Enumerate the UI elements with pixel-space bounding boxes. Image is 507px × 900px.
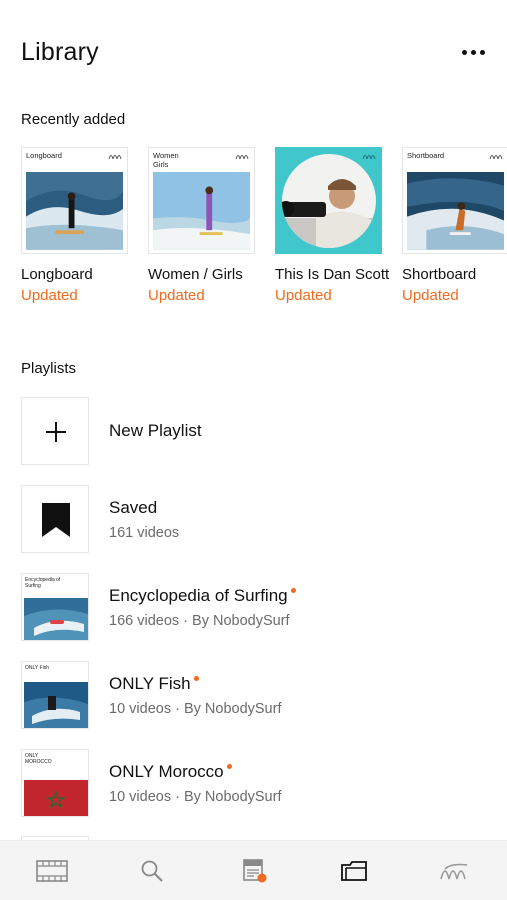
tab-library[interactable]: [336, 853, 372, 889]
thumb-label: Women Girls: [153, 151, 179, 169]
playlist-title: ONLY Fish: [109, 674, 199, 694]
thumb-label: Longboard: [26, 151, 62, 160]
nobodysurf-logo-icon: [440, 863, 468, 880]
thumb-label: Shortboard: [407, 151, 445, 160]
thumb-label: ONLY MOROCCO: [25, 753, 52, 765]
playlist-row[interactable]: ONLY MOROCCO ONLY Morocco 10 videos · By…: [0, 749, 507, 819]
recent-card-status: Updated: [402, 287, 459, 304]
playlists-heading: Playlists: [21, 360, 77, 377]
saved-count: 161 videos: [109, 525, 180, 541]
bookmark-icon: [42, 503, 70, 537]
playlist-thumb: Encyclopedia of Surfing: [21, 573, 89, 641]
search-icon: [141, 860, 163, 882]
recent-thumb: Shortboard: [402, 147, 507, 254]
playlist-title-text: ONLY Morocco: [109, 762, 224, 781]
playlist-meta: 166 videos · By NobodySurf: [109, 613, 290, 629]
new-indicator-dot: [193, 676, 199, 681]
recent-thumb: Longboard: [21, 147, 128, 254]
nobodysurf-logo-icon: [489, 155, 503, 160]
recent-thumb: Women Girls: [148, 147, 255, 254]
more-dot: [470, 49, 476, 55]
tab-search[interactable]: [134, 853, 170, 889]
recent-card-status: Updated: [275, 287, 332, 304]
recent-card-name: Shortboard: [402, 266, 477, 283]
surf-photo: [26, 172, 123, 250]
saved-playlist-row[interactable]: Saved 161 videos: [0, 485, 507, 555]
surf-photo: [153, 172, 250, 250]
recent-card-status: Updated: [21, 287, 78, 304]
surf-photo: [24, 598, 88, 640]
recently-added-carousel[interactable]: Longboard Longboard Updated Women Girls: [0, 147, 507, 337]
saved-thumb: [21, 485, 89, 553]
morocco-flag-image: [24, 780, 88, 816]
profile-photo: [282, 154, 376, 248]
recent-card-status: Updated: [148, 287, 205, 304]
playlist-thumb: ONLY Fish: [21, 661, 89, 729]
recent-card-women-girls[interactable]: Women Girls Women / Girls Updated: [148, 147, 260, 304]
more-horizontal-icon: [461, 49, 467, 55]
playlist-row[interactable]: Encyclopedia of Surfing Encyclopedia of …: [0, 573, 507, 643]
nobodysurf-logo-icon: [108, 155, 122, 160]
tab-feed[interactable]: [236, 853, 272, 889]
new-playlist-row[interactable]: New Playlist: [0, 397, 507, 467]
tab-videos[interactable]: [34, 853, 70, 889]
page-title: Library: [21, 38, 99, 66]
playlist-title-text: ONLY Fish: [109, 674, 191, 693]
plus-icon: [46, 422, 66, 442]
recent-card-name: Women / Girls: [148, 266, 243, 283]
recent-card-dan-scott[interactable]: This Is Dan Scott Updated: [275, 147, 389, 304]
playlist-meta: 10 videos · By NobodySurf: [109, 789, 282, 805]
surf-photo: [407, 172, 504, 250]
more-dot: [479, 49, 485, 55]
playlist-thumb: ONLY MOROCCO: [21, 749, 89, 817]
more-options-button[interactable]: [454, 37, 492, 67]
tab-nobodysurf[interactable]: [437, 853, 473, 889]
new-playlist-thumb: [21, 397, 89, 465]
recent-card-name: Longboard: [21, 266, 93, 283]
new-indicator-dot: [226, 764, 232, 769]
surf-photo: [24, 682, 88, 728]
new-indicator-dot: [290, 588, 296, 593]
recent-card-name: This Is Dan Scott: [275, 266, 390, 283]
recent-card-shortboard[interactable]: Shortboard Shortboard Updated: [402, 147, 507, 304]
playlist-meta: 10 videos · By NobodySurf: [109, 701, 282, 717]
bottom-tab-bar: [0, 840, 507, 900]
playlist-row[interactable]: ONLY Fish ONLY Fish 10 videos · By Nobod…: [0, 661, 507, 731]
playlist-title: Encyclopedia of Surfing: [109, 586, 296, 606]
header: Library: [0, 0, 507, 100]
thumb-label: Encyclopedia of Surfing: [25, 577, 61, 589]
film-strip-icon: [36, 860, 68, 882]
feed-icon: [243, 859, 267, 883]
new-playlist-label: New Playlist: [109, 421, 202, 440]
recent-thumb: [275, 147, 382, 254]
playlist-title: ONLY Morocco: [109, 762, 232, 782]
nobodysurf-logo-icon: [235, 155, 249, 160]
saved-title: Saved: [109, 498, 158, 517]
thumb-label: ONLY Fish: [25, 665, 49, 671]
recently-added-heading: Recently added: [21, 111, 126, 128]
playlist-title-text: Encyclopedia of Surfing: [109, 586, 288, 605]
library-folder-icon: [341, 861, 367, 881]
recent-card-longboard[interactable]: Longboard Longboard Updated: [21, 147, 133, 304]
